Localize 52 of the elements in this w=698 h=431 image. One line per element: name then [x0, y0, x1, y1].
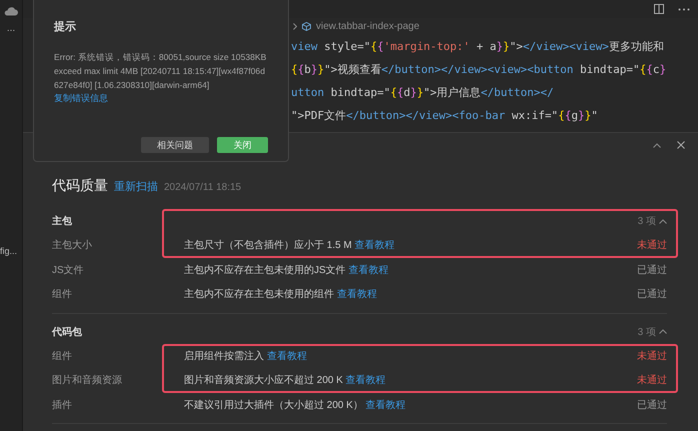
check-description: 主包尺寸（不包含插件）应小于 1.5 M — [184, 240, 352, 252]
section-title: 代码包 — [52, 326, 82, 338]
tutorial-link[interactable]: 查看教程 — [354, 240, 395, 252]
panel-title: 代码质量 — [52, 177, 108, 195]
cloud-icon[interactable] — [4, 6, 18, 16]
file-item[interactable]: fig... — [0, 246, 18, 256]
code-line: view style="{{'margin-top:' + a}}"></view><view>更多功能和 — [291, 39, 665, 55]
split-editor-icon[interactable] — [654, 4, 664, 14]
check-description: 主包内不应存在主包未使用的JS文件 — [184, 264, 346, 276]
tutorial-link[interactable]: 查看教程 — [346, 375, 386, 386]
dialog-title: 提示 — [54, 20, 77, 34]
close-icon[interactable] — [677, 141, 685, 149]
tutorial-link[interactable]: 查看教程 — [366, 400, 406, 411]
item-count: 3 项 — [638, 215, 656, 228]
check-description: 主包内不应存在主包未使用的组件 — [184, 289, 334, 300]
close-button[interactable]: 关闭 — [217, 137, 268, 153]
check-description: 图片和音频资源大小应不超过 200 K — [184, 375, 343, 386]
breadcrumb[interactable]: view.tabbar-index-page — [316, 21, 420, 32]
check-name: 插件 — [52, 398, 73, 412]
check-status: 未通过 — [637, 374, 667, 388]
item-count: 3 项 — [638, 326, 656, 338]
scan-time: 2024/07/11 18:15 — [164, 182, 242, 193]
check-description: 启用组件按需注入 — [184, 350, 264, 362]
cube-icon — [302, 22, 311, 31]
code-line: {{b}}">视频查看</button></view><view><button bindtap="{{c} — [291, 62, 668, 78]
section-title: 主包 — [52, 214, 72, 228]
chevron-right-icon — [293, 23, 297, 30]
check-status: 未通过 — [637, 350, 667, 363]
check-name: 图片和音频资源 — [52, 374, 123, 388]
error-message: Error: 系统错误，错误码：80051,source size 10538KB exceed max limit 4MB [20240711 18:15:47][wx4f87f06d627e84f0] [1.06.2308310][darwin-arm64] — [54, 51, 268, 92]
rescan-link[interactable]: 重新扫描 — [114, 179, 158, 194]
check-status: 已通过 — [637, 398, 667, 412]
tutorial-link[interactable]: 查看教程 — [266, 350, 307, 362]
check-name: 组件 — [52, 288, 73, 302]
code-line: utton bindtap="{{d}}">用户信息</button></ — [291, 85, 555, 101]
more-icon[interactable] — [678, 8, 690, 10]
related-issues-button[interactable]: 相关问题 — [141, 137, 209, 153]
check-name: 主包大小 — [52, 238, 93, 252]
check-name: 组件 — [52, 350, 73, 363]
tutorial-link[interactable]: 查看教程 — [348, 264, 388, 276]
chevron-up-icon[interactable] — [653, 142, 661, 148]
copy-error-link[interactable]: 复制错误信息 — [54, 92, 108, 105]
chevron-up-icon[interactable] — [659, 329, 667, 334]
check-status: 未通过 — [637, 238, 667, 252]
check-status: 已通过 — [637, 264, 667, 277]
check-description: 不建议引用过大插件（大小超过 200 K） — [184, 400, 363, 411]
chevron-up-icon[interactable] — [659, 218, 667, 224]
tutorial-link[interactable]: 查看教程 — [336, 289, 377, 300]
more-text[interactable]: ... — [6, 24, 16, 34]
check-status: 已通过 — [637, 288, 667, 302]
code-line: ">PDF文件</button></view><foo-bar wx:if="{{g}}" — [291, 108, 599, 124]
check-name: JS文件 — [52, 264, 85, 277]
